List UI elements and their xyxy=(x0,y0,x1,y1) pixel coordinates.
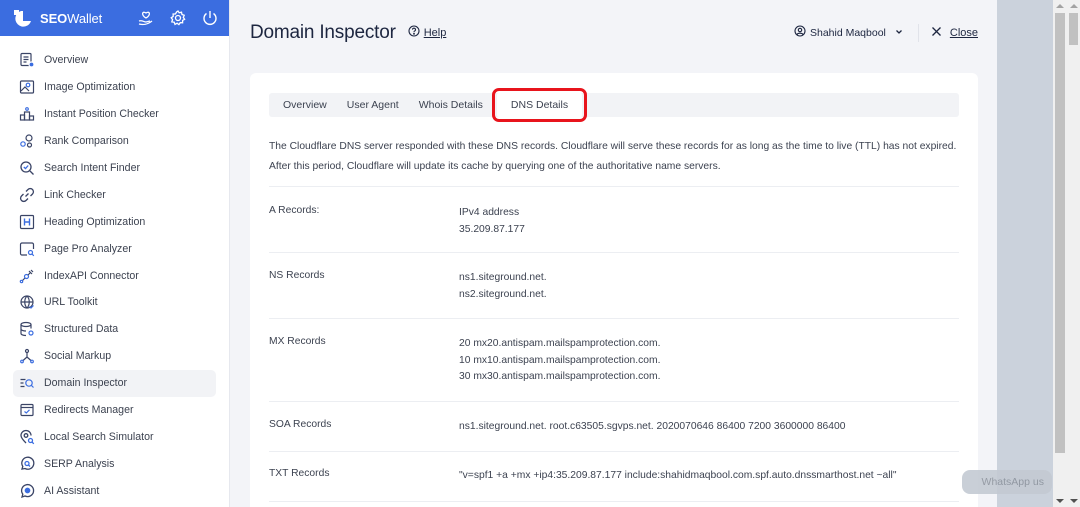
chevron-down-icon xyxy=(894,24,904,42)
gear-icon[interactable] xyxy=(169,9,187,27)
help-link[interactable]: Help xyxy=(408,24,447,42)
record-label: TXT Records xyxy=(269,468,330,479)
sidebar-item-instant-position-checker[interactable]: Instant Position Checker xyxy=(13,101,216,128)
sidebar-header: SEOWallet xyxy=(0,0,229,36)
record-value: ns1.siteground.net. xyxy=(459,272,547,283)
record-value: "v=spf1 +a +mx +ip4:35.209.87.177 includ… xyxy=(459,470,897,481)
logo[interactable]: SEOWallet xyxy=(12,8,102,28)
tab-overview[interactable]: Overview xyxy=(273,93,337,117)
heart-hand-icon[interactable] xyxy=(137,9,155,27)
record-value: 10 mx10.antispam.mailspamprotection.com. xyxy=(459,354,661,366)
record-value: 20 mx20.antispam.mailspamprotection.com. xyxy=(459,338,661,349)
topbar: Domain Inspector Help Shahid Maqbool Clo… xyxy=(250,18,978,48)
tab-dns-details[interactable]: DNS Details xyxy=(491,88,588,122)
dns-description: The Cloudflare DNS server responded with… xyxy=(269,141,957,172)
sidebar-item-link-checker[interactable]: Link Checker xyxy=(13,181,216,208)
record-label: SOA Records xyxy=(269,419,332,430)
calendar-check-icon xyxy=(18,401,36,419)
main-panel: Domain Inspector Help Shahid Maqbool Clo… xyxy=(231,0,997,507)
dns-records: A Records: IPv4 address 35.209.87.177 NS… xyxy=(269,186,959,502)
scrollbar-thumb[interactable] xyxy=(1069,13,1078,45)
close-label: Close xyxy=(949,27,978,39)
link-icon xyxy=(18,186,36,204)
record-values: ns1.siteground.net. root.c63505.sgvps.ne… xyxy=(459,419,845,451)
user-menu[interactable]: Shahid Maqbool xyxy=(794,24,904,42)
sidebar-item-structured-data[interactable]: Structured Data xyxy=(13,316,216,343)
scroll-down-arrow-icon[interactable] xyxy=(1070,499,1078,503)
rank-compare-icon xyxy=(18,132,36,150)
brand-name: SEOWallet xyxy=(40,10,103,26)
record-label: NS Records xyxy=(269,270,325,281)
scroll-down-arrow-icon[interactable] xyxy=(1056,499,1064,503)
help-circle-icon xyxy=(408,24,420,42)
outer-scrollbar[interactable] xyxy=(1067,0,1080,507)
sidebar-item-local-search-simulator[interactable]: Local Search Simulator xyxy=(13,423,216,450)
record-row-ns: NS Records ns1.siteground.net. ns2.siteg… xyxy=(269,253,959,319)
sidebar-item-heading-optimization[interactable]: Heading Optimization xyxy=(13,208,216,235)
tab-user-agent[interactable]: User Agent xyxy=(337,93,409,117)
location-search-icon xyxy=(18,428,36,446)
sidebar-item-social-markup[interactable]: Social Markup xyxy=(13,343,216,370)
domain-search-icon xyxy=(18,374,36,392)
record-value: 35.209.87.177 xyxy=(459,223,525,235)
scroll-up-arrow-icon[interactable] xyxy=(1070,4,1078,8)
image-icon xyxy=(18,78,36,96)
inner-scrollbar[interactable] xyxy=(1053,0,1067,507)
record-row-a: A Records: IPv4 address 35.209.87.177 xyxy=(269,187,959,253)
record-row-soa: SOA Records ns1.siteground.net. root.c63… xyxy=(269,402,959,452)
record-values: IPv4 address 35.209.87.177 xyxy=(459,205,525,252)
sidebar-item-overview[interactable]: Overview xyxy=(13,47,216,74)
sidebar-item-indexapi-connector[interactable]: IndexAPI Connector xyxy=(13,262,216,289)
header-divider xyxy=(917,24,919,42)
scroll-up-arrow-icon[interactable] xyxy=(1056,4,1064,8)
heading-icon xyxy=(18,213,36,231)
chat-search-icon xyxy=(18,455,36,473)
record-value: ns1.siteground.net. root.c63505.sgvps.ne… xyxy=(459,421,846,432)
help-label: Help xyxy=(423,27,447,39)
overview-icon xyxy=(18,51,36,69)
network-icon xyxy=(18,347,36,365)
seowallet-logo-icon xyxy=(12,8,34,28)
user-name: Shahid Maqbool xyxy=(809,27,886,39)
plug-icon xyxy=(18,267,36,285)
sidebar-item-rank-comparison[interactable]: Rank Comparison xyxy=(13,128,216,155)
sidebar-item-url-toolkit[interactable]: URL Toolkit xyxy=(13,289,216,316)
user-circle-icon xyxy=(794,24,806,42)
close-button[interactable]: Close xyxy=(931,24,978,42)
side-overlay xyxy=(997,0,1053,507)
sidebar-item-serp-analysis[interactable]: SERP Analysis xyxy=(13,450,216,477)
record-label: A Records: xyxy=(269,205,320,216)
tab-whois-details[interactable]: Whois Details xyxy=(409,93,493,117)
record-values: "v=spf1 +a +mx +ip4:35.209.87.177 includ… xyxy=(459,468,896,501)
record-row-txt: TXT Records "v=spf1 +a +mx +ip4:35.209.8… xyxy=(269,452,959,502)
sidebar-item-ai-assistant[interactable]: AI Assistant xyxy=(13,477,216,504)
close-icon xyxy=(931,24,942,42)
scrollbar-thumb[interactable] xyxy=(1055,13,1065,453)
record-values: 20 mx20.antispam.mailspamprotection.com.… xyxy=(459,336,660,401)
content-card: Overview User Agent Whois Details DNS De… xyxy=(250,73,978,507)
record-value: IPv4 address xyxy=(459,207,520,218)
record-value: 30 mx30.antispam.mailspamprotection.com. xyxy=(459,371,661,382)
ai-chat-icon xyxy=(18,482,36,500)
podium-icon xyxy=(18,105,36,123)
whatsapp-chip[interactable]: WhatsApp us xyxy=(962,470,1052,494)
record-values: ns1.siteground.net. ns2.siteground.net. xyxy=(459,270,547,318)
sidebar-nav: Overview Image Optimization Instant Posi… xyxy=(0,36,229,504)
page-analyzer-icon xyxy=(18,240,36,258)
sidebar-item-image-optimization[interactable]: Image Optimization xyxy=(13,74,216,101)
record-row-mx: MX Records 20 mx20.antispam.mailspamprot… xyxy=(269,319,959,402)
sidebar-item-search-intent-finder[interactable]: Search Intent Finder xyxy=(13,155,216,182)
globe-icon xyxy=(18,293,36,311)
sidebar: SEOWallet Overview Image Optimization In… xyxy=(0,0,230,507)
sidebar-item-domain-inspector[interactable]: Domain Inspector xyxy=(13,369,216,397)
tab-bar: Overview User Agent Whois Details DNS De… xyxy=(269,88,959,122)
record-value: ns2.siteground.net. xyxy=(459,288,547,300)
sidebar-item-redirects-manager[interactable]: Redirects Manager xyxy=(13,397,216,424)
sidebar-item-page-pro-analyzer[interactable]: Page Pro Analyzer xyxy=(13,235,216,262)
search-check-icon xyxy=(18,159,36,177)
record-label: MX Records xyxy=(269,336,326,347)
power-icon[interactable] xyxy=(201,9,219,27)
database-icon xyxy=(18,320,36,338)
page-title: Domain Inspector xyxy=(250,22,396,43)
